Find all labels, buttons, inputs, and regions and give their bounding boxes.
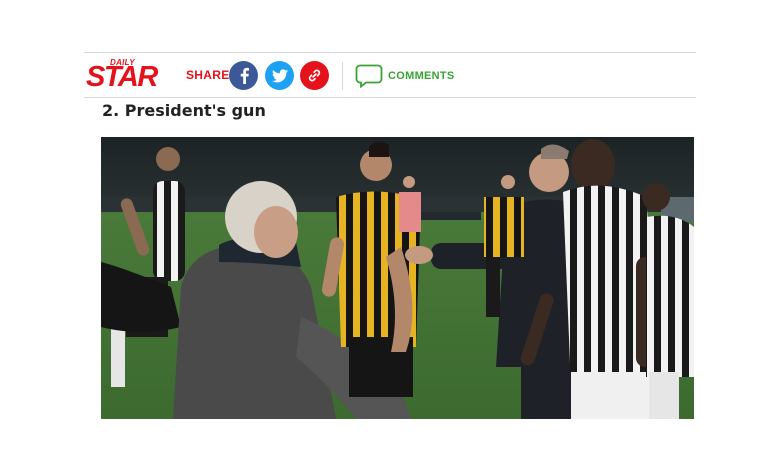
share-label: SHARE <box>186 68 230 82</box>
twitter-icon <box>271 68 288 82</box>
header-divider <box>342 62 343 90</box>
link-icon <box>308 69 321 82</box>
article-photo[interactable] <box>101 137 694 419</box>
daily-star-logo[interactable]: DAILY STAR <box>86 57 158 95</box>
article-headline: 2. President's gun <box>102 101 266 120</box>
football-players-photo <box>101 137 694 419</box>
copy-link-button[interactable] <box>300 61 329 90</box>
facebook-share-button[interactable] <box>229 61 258 90</box>
share-header-bar: DAILY STAR SHARE COMMENTS <box>84 52 696 98</box>
comments-button[interactable]: COMMENTS <box>355 63 455 89</box>
speech-bubble-icon <box>355 64 383 88</box>
logo-star-text: STAR <box>86 61 158 93</box>
twitter-share-button[interactable] <box>265 61 294 90</box>
comments-label: COMMENTS <box>388 70 455 82</box>
facebook-icon <box>240 67 249 84</box>
